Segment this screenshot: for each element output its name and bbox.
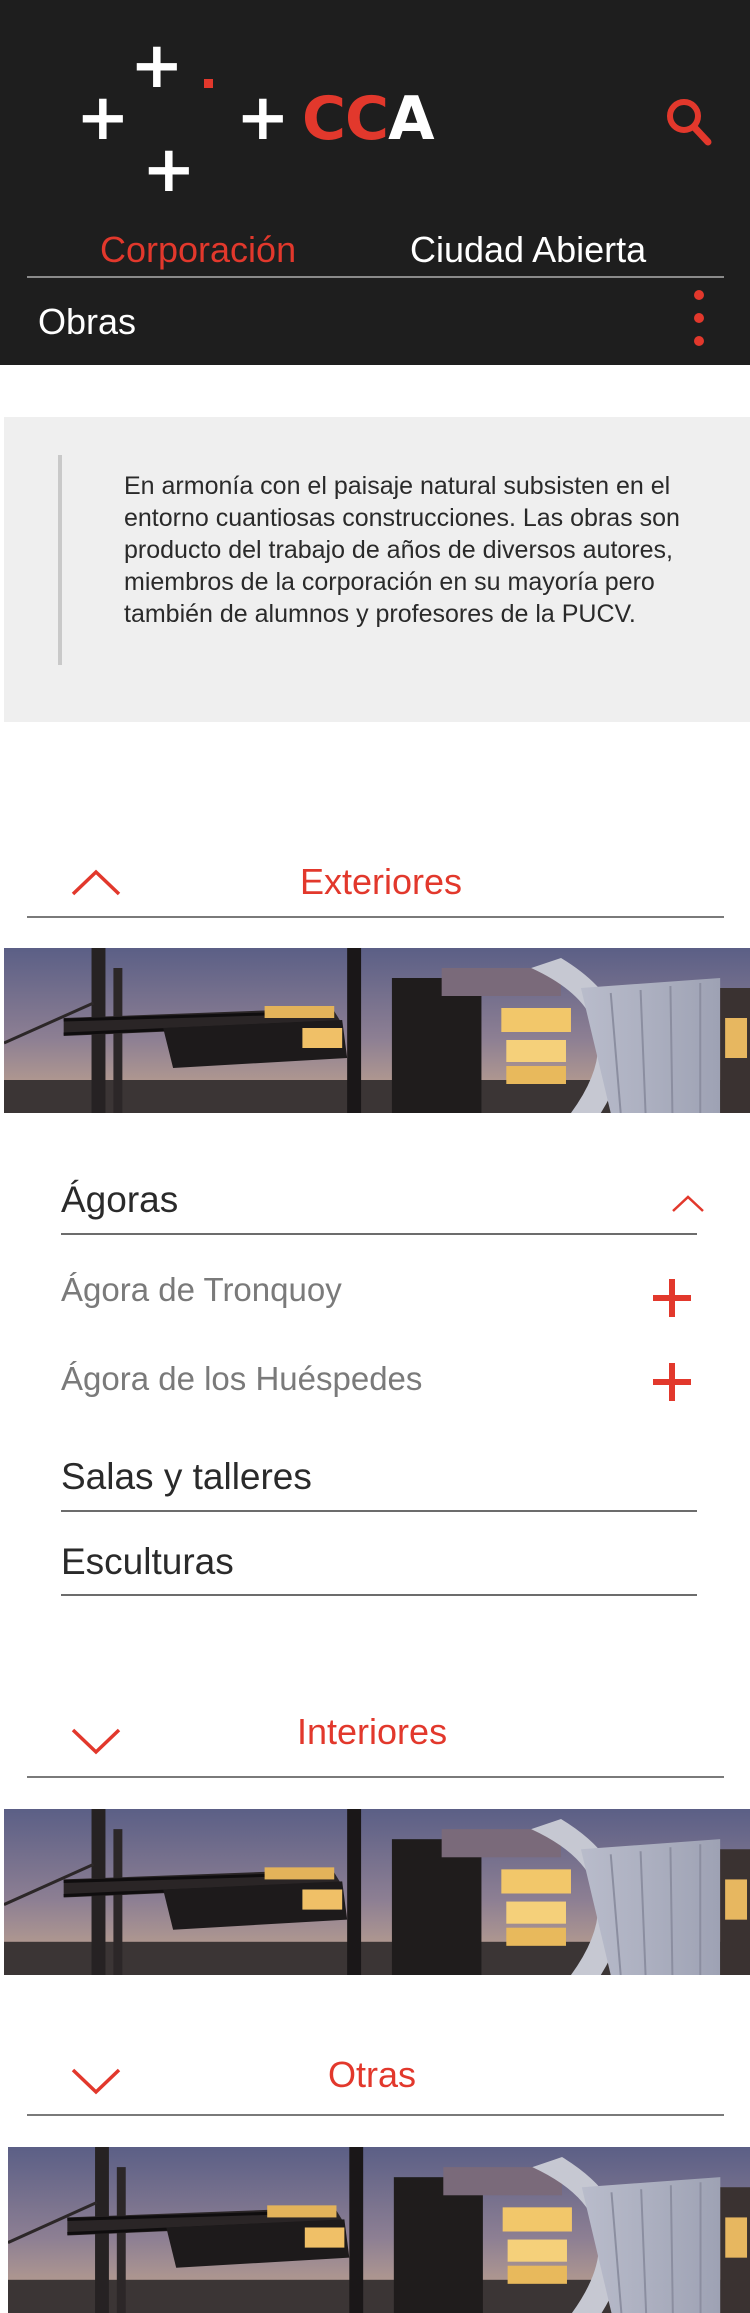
collapse-agoras-button[interactable] bbox=[671, 1194, 705, 1214]
group-title-agoras[interactable]: Ágoras bbox=[61, 1178, 178, 1222]
section-divider bbox=[27, 916, 724, 918]
logo-plus-right: + bbox=[236, 81, 290, 155]
logo-text-white: A bbox=[388, 84, 434, 154]
intro-text: En armonía con el paisaje natural subsis… bbox=[124, 472, 680, 628]
logo-wordmark: CCA bbox=[302, 84, 435, 154]
list-item-agora-tronquoy[interactable]: Ágora de Tronquoy bbox=[61, 1270, 342, 1310]
collapse-exteriores-button[interactable] bbox=[70, 868, 122, 898]
logo-text-red: CC bbox=[302, 84, 389, 154]
photo-exteriores bbox=[4, 948, 750, 1113]
chevron-up-icon bbox=[71, 869, 121, 896]
expand-otras-button[interactable] bbox=[70, 2066, 122, 2096]
plus-icon[interactable] bbox=[653, 1279, 691, 1317]
tab-ciudad-abierta[interactable]: Ciudad Abierta bbox=[410, 228, 646, 272]
plus-icon[interactable] bbox=[653, 1363, 691, 1401]
intro-quote-bar bbox=[58, 455, 62, 665]
section-title-otras[interactable]: Otras bbox=[328, 2053, 416, 2097]
section-divider bbox=[27, 2114, 724, 2116]
group-title-esculturas[interactable]: Esculturas bbox=[61, 1540, 234, 1584]
chevron-up-icon bbox=[672, 1195, 704, 1212]
section-title-exteriores[interactable]: Exteriores bbox=[300, 860, 462, 904]
list-item-agora-huespedes[interactable]: Ágora de los Huéspedes bbox=[61, 1359, 422, 1399]
logo-dot bbox=[204, 79, 213, 88]
group-divider bbox=[61, 1510, 697, 1512]
logo-plus-top: + bbox=[130, 29, 184, 103]
chevron-down-icon bbox=[71, 1728, 121, 1755]
chevron-down-icon bbox=[71, 2068, 121, 2095]
tab-corporacion[interactable]: Corporación bbox=[100, 228, 296, 272]
site-header: + + + + CCA Corporación Ciudad Abierta O… bbox=[0, 0, 750, 365]
photo-interiores bbox=[4, 1809, 750, 1975]
current-page-label: Obras bbox=[38, 301, 137, 342]
search-button[interactable] bbox=[664, 96, 714, 148]
expand-interiores-button[interactable] bbox=[70, 1726, 122, 1756]
photo-otras bbox=[8, 2147, 750, 2313]
logo-plus-bottom: + bbox=[142, 133, 196, 207]
group-title-salas[interactable]: Salas y talleres bbox=[61, 1455, 312, 1499]
group-divider bbox=[61, 1233, 697, 1235]
section-divider bbox=[27, 1776, 724, 1778]
kebab-menu-icon[interactable] bbox=[690, 290, 706, 350]
section-title-interiores[interactable]: Interiores bbox=[297, 1710, 447, 1754]
logo-plus-left: + bbox=[76, 81, 130, 155]
header-divider bbox=[27, 276, 724, 278]
group-divider bbox=[61, 1594, 697, 1596]
search-icon bbox=[667, 99, 712, 146]
